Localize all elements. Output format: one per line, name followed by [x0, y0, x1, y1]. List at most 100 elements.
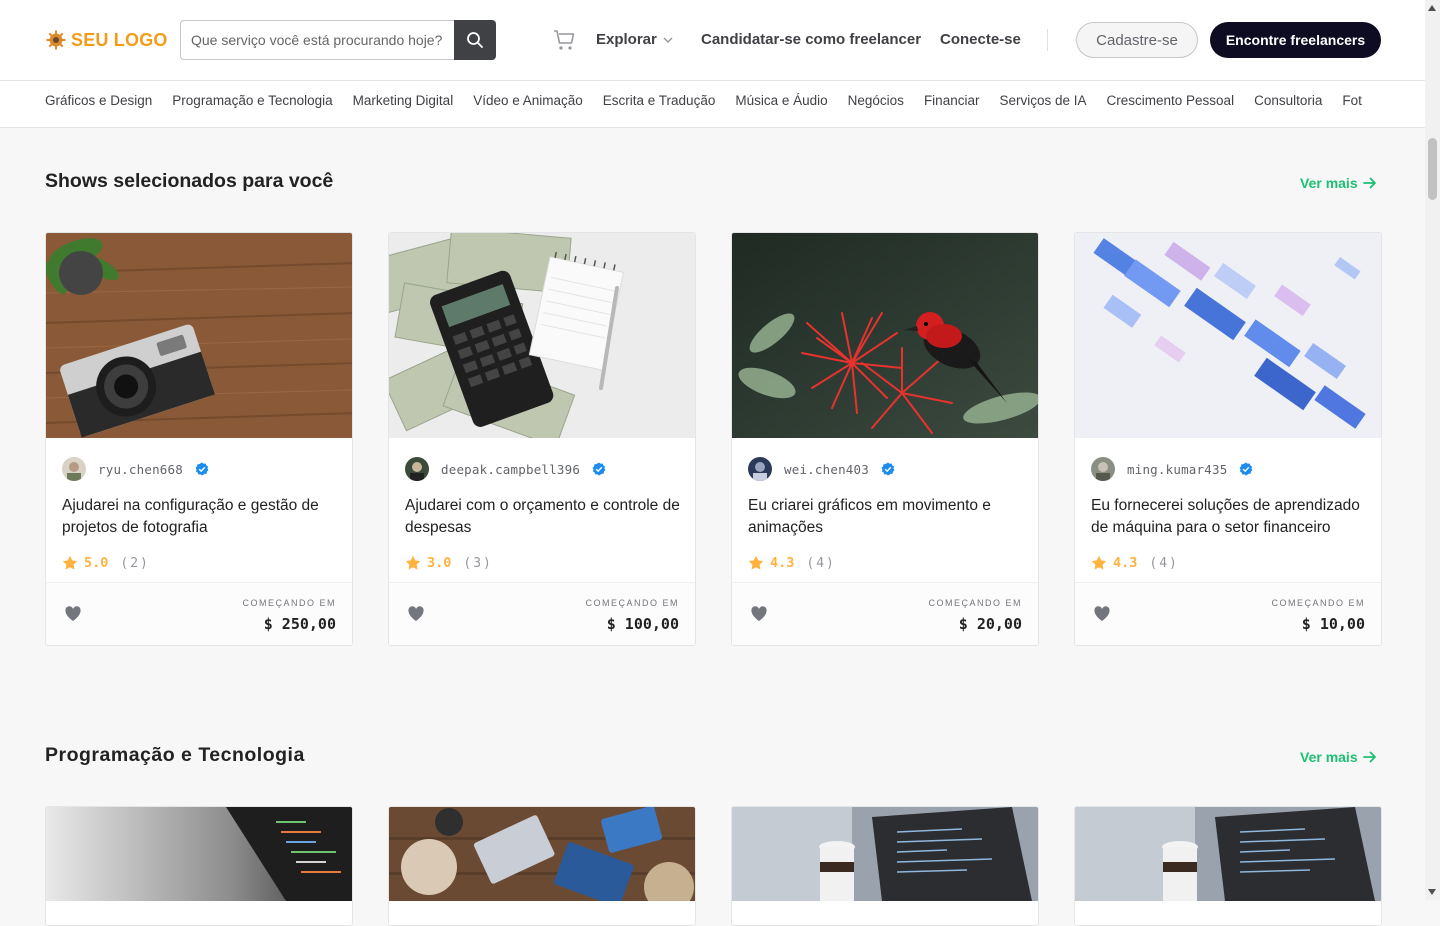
coffee-laptop-code-image [1075, 807, 1381, 901]
category-list: Gráficos e Design Programação e Tecnolog… [45, 93, 1381, 108]
abstract-blue-cubes-image [1075, 233, 1381, 438]
header-divider [1047, 29, 1048, 51]
rating: 3.0 (3) [405, 555, 493, 571]
rating-count: (4) [1149, 555, 1179, 571]
rating-count: (2) [120, 555, 150, 571]
seller-name[interactable]: deepak.campbell396 [441, 462, 580, 477]
rating: 4.3 (4) [748, 555, 836, 571]
price: $ 100,00 [606, 615, 679, 633]
category-item[interactable]: Música e Áudio [735, 93, 827, 108]
see-more-link[interactable]: Ver mais [1300, 749, 1377, 765]
gig-card[interactable]: ryu.chen668 Ajudarei na configuração e g… [45, 232, 353, 646]
search-bar [180, 20, 496, 60]
gig-card[interactable] [731, 806, 1039, 926]
card-footer: COMEÇANDO EM $ 250,00 [46, 582, 352, 645]
category-item[interactable]: Gráficos e Design [45, 93, 152, 108]
calculator-and-money-image [389, 233, 695, 438]
chevron-down-icon [663, 37, 673, 43]
nav-login[interactable]: Conecte-se [940, 31, 1021, 48]
see-more-label: Ver mais [1300, 749, 1358, 765]
card-footer: COMEÇANDO EM $ 100,00 [389, 582, 695, 645]
verified-badge-icon [881, 462, 895, 476]
camera-on-wood-image [46, 233, 352, 438]
heart-icon[interactable] [64, 605, 82, 623]
logo-text: SEU LOGO [71, 29, 168, 50]
gig-title[interactable]: Eu criarei gráficos em movimento e anima… [748, 495, 1024, 539]
coffee-laptop-code-image [732, 807, 1038, 901]
star-icon [748, 555, 764, 570]
arrow-right-icon [1362, 751, 1376, 763]
gig-card[interactable]: deepak.campbell396 Ajudarei com o orçame… [388, 232, 696, 646]
star-icon [62, 555, 78, 570]
category-item[interactable]: Marketing Digital [353, 93, 454, 108]
nav-become-freelancer[interactable]: Candidatar-se como freelancer [701, 31, 921, 48]
heart-icon[interactable] [1093, 605, 1111, 623]
rating-count: (4) [806, 555, 836, 571]
heart-icon[interactable] [407, 605, 425, 623]
price: $ 250,00 [263, 615, 336, 633]
gig-title[interactable]: Ajudarei com o orçamento e controle de d… [405, 495, 681, 539]
price-label: COMEÇANDO EM [928, 598, 1022, 608]
scrollbar-thumb[interactable] [1428, 138, 1437, 200]
rating-value: 5.0 [84, 555, 109, 571]
avatar[interactable] [1091, 457, 1115, 481]
category-item[interactable]: Fot [1342, 93, 1362, 108]
team-laptops-image [389, 807, 695, 912]
code-laptop-image [46, 807, 352, 901]
signup-button[interactable]: Cadastre-se [1076, 22, 1198, 58]
category-item[interactable]: Programação e Tecnologia [172, 93, 332, 108]
scroll-down-arrow-icon[interactable] [1428, 889, 1436, 895]
avatar[interactable] [405, 457, 429, 481]
find-freelancers-button[interactable]: Encontre freelancers [1210, 22, 1381, 58]
cart-icon[interactable] [552, 28, 576, 52]
nav-explore[interactable]: Explorar [596, 31, 673, 48]
category-item[interactable]: Consultoria [1254, 93, 1322, 108]
gig-card-list [45, 806, 1382, 926]
rating: 5.0 (2) [62, 555, 150, 571]
page-scrollbar[interactable] [1425, 0, 1440, 900]
gig-title[interactable]: Ajudarei na configuração e gestão de pro… [62, 495, 338, 539]
logo[interactable]: SEU LOGO [45, 29, 168, 51]
price-label: COMEÇANDO EM [585, 598, 679, 608]
verified-badge-icon [195, 462, 209, 476]
avatar[interactable] [62, 457, 86, 481]
category-item[interactable]: Vídeo e Animação [473, 93, 583, 108]
search-input[interactable] [180, 20, 454, 60]
seller-info: ming.kumar435 [1091, 457, 1253, 481]
category-item[interactable]: Negócios [848, 93, 904, 108]
gig-card[interactable]: wei.chen403 Eu criarei gráficos em movim… [731, 232, 1039, 646]
avatar[interactable] [748, 457, 772, 481]
scroll-up-arrow-icon[interactable] [1428, 5, 1436, 11]
price-label: COMEÇANDO EM [1271, 598, 1365, 608]
gig-image [46, 233, 352, 438]
search-icon [467, 32, 483, 48]
logo-gear-icon [46, 30, 66, 50]
see-more-label: Ver mais [1300, 175, 1358, 191]
gig-title[interactable]: Eu fornecerei soluções de aprendizado de… [1091, 495, 1367, 539]
rating: 4.3 (4) [1091, 555, 1179, 571]
seller-name[interactable]: ryu.chen668 [98, 462, 183, 477]
section-title: Programação e Tecnologia [45, 744, 305, 766]
see-more-link[interactable]: Ver mais [1300, 175, 1377, 191]
star-icon [1091, 555, 1107, 570]
category-item[interactable]: Serviços de IA [999, 93, 1086, 108]
red-bird-on-flower-image [732, 233, 1038, 438]
search-button[interactable] [454, 20, 496, 60]
category-item[interactable]: Escrita e Tradução [603, 93, 716, 108]
card-footer: COMEÇANDO EM $ 20,00 [732, 582, 1038, 645]
gig-card[interactable] [388, 806, 696, 926]
arrow-right-icon [1362, 177, 1376, 189]
category-item[interactable]: Financiar [924, 93, 980, 108]
section-title: Shows selecionados para você [45, 170, 334, 192]
heart-icon[interactable] [750, 605, 768, 623]
seller-name[interactable]: ming.kumar435 [1127, 462, 1227, 477]
rating-value: 4.3 [770, 555, 795, 571]
seller-name[interactable]: wei.chen403 [784, 462, 869, 477]
card-footer: COMEÇANDO EM $ 10,00 [1075, 582, 1381, 645]
gig-image [732, 233, 1038, 438]
gig-card[interactable] [1074, 806, 1382, 926]
gig-card[interactable] [45, 806, 353, 926]
category-item[interactable]: Crescimento Pessoal [1107, 93, 1235, 108]
seller-info: ryu.chen668 [62, 457, 209, 481]
gig-card[interactable]: ming.kumar435 Eu fornecerei soluções de … [1074, 232, 1382, 646]
